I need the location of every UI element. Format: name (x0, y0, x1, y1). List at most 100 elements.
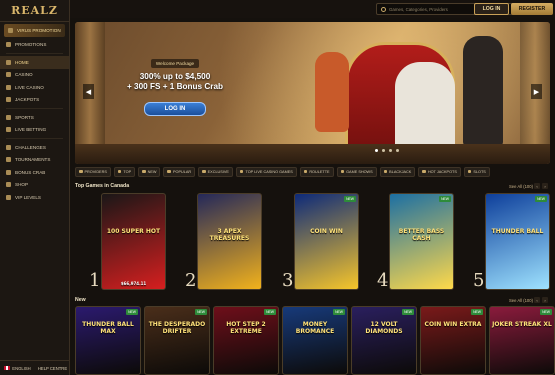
top-games-prev-icon[interactable]: ‹ (534, 183, 540, 189)
category-tab-blackjack[interactable]: BLACKJACK (379, 166, 416, 177)
game-shows-icon (340, 169, 345, 174)
sidebar-item-label: LIVE CASINO (15, 84, 44, 90)
hero-prev-arrow-icon[interactable]: ◀ (83, 84, 94, 99)
live-betting-icon (6, 127, 11, 133)
category-label: ROULETTE (309, 169, 330, 174)
sidebar-item-label: CASINO (15, 72, 33, 78)
roulette-icon (303, 169, 308, 174)
top-game-card[interactable]: 100 SUPER HOT $66,974.11 (101, 193, 166, 290)
sidebar-item-label: TOURNAMENTS (15, 157, 51, 163)
sidebar-item-sports[interactable]: SPORTS (0, 111, 69, 124)
login-button[interactable]: LOG IN (474, 3, 509, 15)
bonus-crab-icon (6, 169, 11, 175)
category-tab-slots[interactable]: SLOTS (463, 166, 490, 177)
sidebar-item-jackpots[interactable]: JACKPOTS (0, 94, 69, 107)
language-selector[interactable]: ENGLISH (0, 361, 35, 375)
top-game-rank-number: 5 (473, 270, 485, 291)
sidebar-divider (6, 108, 63, 109)
sidebar-item-shop[interactable]: SHOP (0, 179, 69, 192)
hero-offer-line1: 300% up to $4,500 (139, 72, 211, 81)
category-tab-hot-jackpots[interactable]: HOT JACKPOTS (418, 166, 461, 177)
sidebar-item-challenges[interactable]: CHALLENGES (0, 141, 69, 154)
top-game-rank-number: 4 (377, 270, 389, 291)
category-tab-roulette[interactable]: ROULETTE (299, 166, 334, 177)
new-games-prev-icon[interactable]: ‹ (534, 297, 540, 303)
category-tab-new[interactable]: NEW (138, 166, 161, 177)
category-bar: PROVIDERS TOP NEW POPULAR EXCLUSIVE TOP LIVE … (75, 166, 550, 177)
sidebar-divider (6, 53, 63, 54)
sidebar-item-label: HOME (15, 59, 29, 65)
sidebar-item-live-casino[interactable]: LIVE CASINO (0, 81, 69, 94)
category-tab-top[interactable]: TOP (113, 166, 136, 177)
category-label: PROVIDERS (84, 169, 107, 174)
exclusive-icon (202, 169, 206, 174)
sidebar-item-tournaments[interactable]: TOURNAMENTS (0, 154, 69, 167)
game-title: 100 SUPER HOT (106, 228, 161, 235)
top-game-card[interactable]: NEW BETTER BASS CASH (389, 193, 454, 290)
sidebar: REALZ VIRUS PROMOTION PROMOTIONS HOME CASIN… (0, 0, 70, 375)
new-game-card[interactable]: NEW COIN WIN EXTRA (420, 306, 486, 375)
top-game-card[interactable]: 3 APEX TREASURES (197, 193, 262, 290)
sidebar-item-label: LIVE BETTING (15, 127, 47, 133)
hero-banner[interactable]: Welcome Package 300% up to $4,500 + 300 … (75, 22, 550, 164)
hero-offer-line2: + 300 FS + 1 Bonus Crab (126, 82, 223, 91)
sidebar-item-bonus-crab[interactable]: BONUS CRAB (0, 166, 69, 179)
game-title: COIN WIN (310, 228, 343, 235)
new-badge: NEW (402, 309, 414, 315)
sidebar-item-promotions[interactable]: PROMOTIONS (0, 39, 69, 52)
sidebar-item-vip-levels[interactable]: VIP LEVELS (0, 191, 69, 204)
category-tab-top-live-casino-games[interactable]: TOP LIVE CASINO GAMES (235, 166, 297, 177)
top-game-rank-number: 2 (185, 270, 197, 291)
help-centre-label: HELP CENTRE (37, 365, 68, 371)
hero-next-arrow-icon[interactable]: ▶ (531, 84, 542, 99)
new-games-title: New (75, 297, 86, 303)
new-game-card[interactable]: NEW 12 VOLT DIAMONDS (351, 306, 417, 375)
new-games-see-all-link[interactable]: See All (100) (509, 298, 533, 303)
sidebar-item-label: JACKPOTS (15, 97, 40, 103)
top-games-see-all-link[interactable]: See All (100) (509, 184, 533, 189)
site-logo[interactable]: REALZ (0, 0, 69, 22)
category-tab-providers[interactable]: PROVIDERS (75, 166, 111, 177)
hero-dot[interactable] (396, 149, 399, 152)
new-game-card[interactable]: NEW THE DESPERADO DRIFTER (144, 306, 210, 375)
new-badge: NEW (264, 309, 276, 315)
top-game-card[interactable]: NEW COIN WIN (294, 193, 359, 290)
help-centre-button[interactable]: HELP CENTRE (35, 361, 70, 375)
category-label: TOP LIVE CASINO GAMES (245, 169, 293, 174)
new-game-card[interactable]: NEW MONEY BROMANCE (282, 306, 348, 375)
top-game-card[interactable]: NEW THUNDER BALL (485, 193, 550, 290)
sidebar-item-label: SHOP (15, 182, 29, 188)
hero-dot[interactable] (382, 149, 385, 152)
category-tab-game-shows[interactable]: GAME SHOWS (336, 166, 377, 177)
top-game-rank-number: 1 (89, 270, 101, 291)
hero-dot[interactable] (389, 149, 392, 152)
top-games-next-icon[interactable]: › (542, 183, 548, 189)
popular-icon (167, 169, 171, 174)
new-games-next-icon[interactable]: › (542, 297, 548, 303)
new-badge: NEW (333, 309, 345, 315)
sidebar-item-live-betting[interactable]: LIVE BETTING (0, 124, 69, 137)
new-game-card[interactable]: NEW HOT STEP 2 EXTREME (213, 306, 279, 375)
hot-jackpots-icon (422, 169, 426, 174)
sidebar-item-casino[interactable]: CASINO (0, 69, 69, 82)
new-game-card[interactable]: NEW THUNDER BALL MAX (75, 306, 141, 375)
sidebar-item-home[interactable]: HOME (0, 56, 69, 69)
promotions-icon (6, 42, 11, 48)
top-game-rank-number: 3 (282, 270, 294, 291)
sidebar-item-virus-promotion[interactable]: VIRUS PROMOTION (4, 24, 65, 37)
hero-floor (75, 144, 550, 164)
casino-icon (6, 72, 11, 78)
game-title: THE DESPERADO DRIFTER (148, 321, 206, 335)
new-badge: NEW (126, 309, 138, 315)
language-label: ENGLISH (12, 365, 31, 371)
hero-login-button[interactable]: LOG IN (144, 102, 206, 116)
register-button[interactable]: REGISTER (511, 3, 553, 15)
category-tab-popular[interactable]: POPULAR (163, 166, 196, 177)
vip-levels-icon (6, 194, 11, 200)
hero-pagination (375, 149, 399, 152)
category-tab-exclusive[interactable]: EXCLUSIVE (198, 166, 233, 177)
new-game-card[interactable]: NEW JOKER STREAK XL (489, 306, 555, 375)
category-label: NEW (147, 169, 157, 174)
hero-dot[interactable] (375, 149, 378, 152)
new-icon (142, 169, 146, 174)
